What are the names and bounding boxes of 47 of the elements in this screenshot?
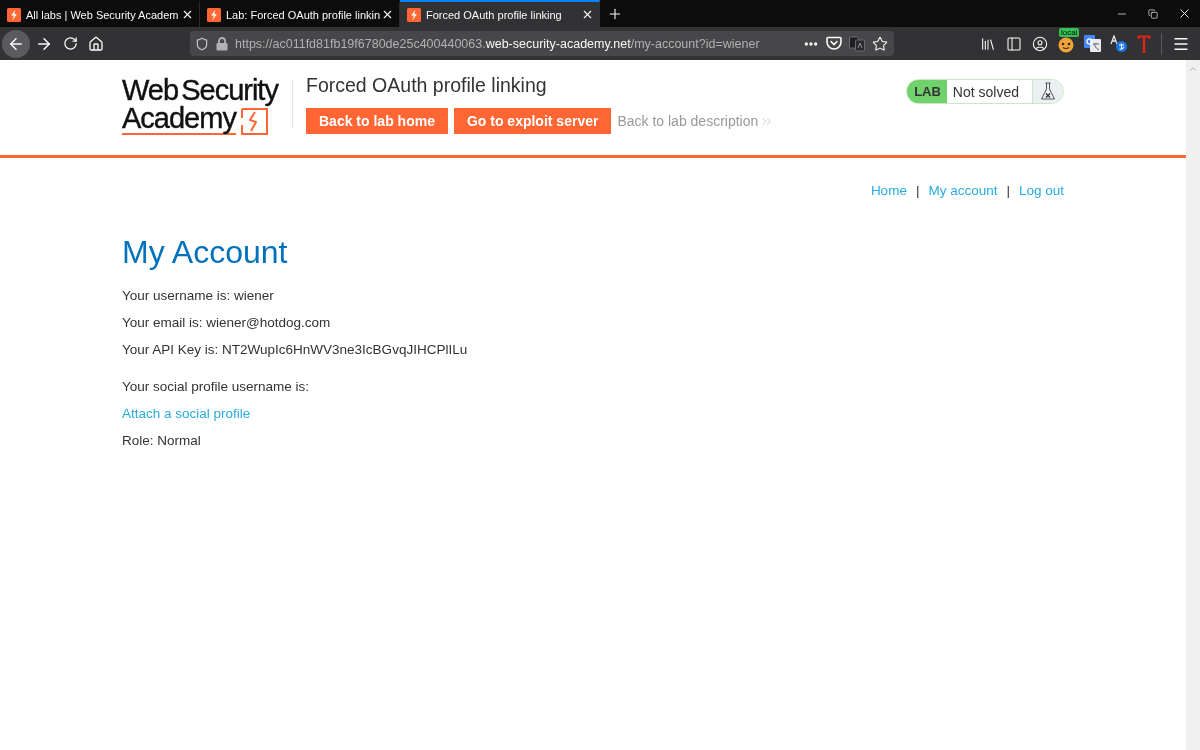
scrollbar[interactable] [1186, 60, 1200, 750]
account-detail: Your social profile username is: [122, 378, 310, 395]
flask-icon [1033, 80, 1063, 103]
page-translate-icon[interactable] [849, 35, 865, 52]
restore-icon[interactable] [1147, 8, 1158, 19]
close-icon[interactable] [181, 8, 194, 21]
lab-label: LAB [907, 80, 947, 103]
url-text: https://ac011fd81fb19f6780de25c400440063.web-security-academy.net/my-account?id=wiener [235, 36, 761, 51]
attach-link[interactable]: Attach a social profile [122, 406, 251, 421]
lock-icon [216, 36, 228, 51]
lightning-icon [207, 7, 221, 22]
translate-icon[interactable] [1083, 35, 1101, 52]
address-bar[interactable]: https://ac011fd81fb19f6780de25c400440063.web-security-academy.net/my-account?id=wiener [190, 31, 894, 56]
logo-text: Academy [122, 104, 236, 135]
nav-button[interactable]: Back to lab home [306, 108, 448, 134]
account-detail: Your username is: wiener [122, 287, 274, 304]
close-icon[interactable] [581, 8, 594, 21]
nav-link[interactable]: Home [870, 183, 907, 199]
logo-mark-icon [238, 108, 269, 135]
nav-link[interactable]: Log out [1018, 183, 1064, 199]
library-icon[interactable] [980, 35, 996, 52]
reload-icon[interactable] [62, 36, 78, 51]
t-logo-icon[interactable] [1137, 34, 1151, 53]
nav-link[interactable]: My account [928, 183, 998, 199]
nav-separator: | [915, 183, 920, 199]
lightning-icon [7, 7, 21, 22]
nav-button[interactable]: Go to exploit server [453, 108, 612, 134]
page-heading: My Account [122, 233, 288, 271]
shield-icon[interactable] [195, 36, 209, 51]
back-button[interactable] [2, 29, 30, 58]
lab-title: Forced OAuth profile linking [306, 73, 547, 97]
star-icon[interactable] [872, 35, 888, 52]
shield-chevron-icon[interactable] [826, 36, 842, 51]
browser-tab[interactable]: Forced OAuth profile linking [400, 0, 600, 27]
logo-text: Web Security [122, 76, 278, 104]
lightning-icon [407, 7, 421, 22]
account-detail: Role: Normal [122, 432, 201, 449]
sidebar-icon[interactable] [1006, 35, 1022, 52]
extension-badge: local [1059, 27, 1080, 37]
account-detail: Your email is: wiener@hotdog.com [122, 314, 331, 331]
account-detail: Your API Key is: NT2WupIc6HnWV3ne3IcBGvqJIHCPlILu [122, 341, 468, 358]
description-link[interactable]: Back to lab description [617, 113, 775, 129]
account-icon[interactable] [1032, 35, 1048, 52]
home-icon[interactable] [88, 35, 104, 52]
close-icon[interactable] [381, 8, 394, 21]
language-icon[interactable] [1109, 35, 1127, 52]
nav-separator: | [1006, 183, 1010, 199]
